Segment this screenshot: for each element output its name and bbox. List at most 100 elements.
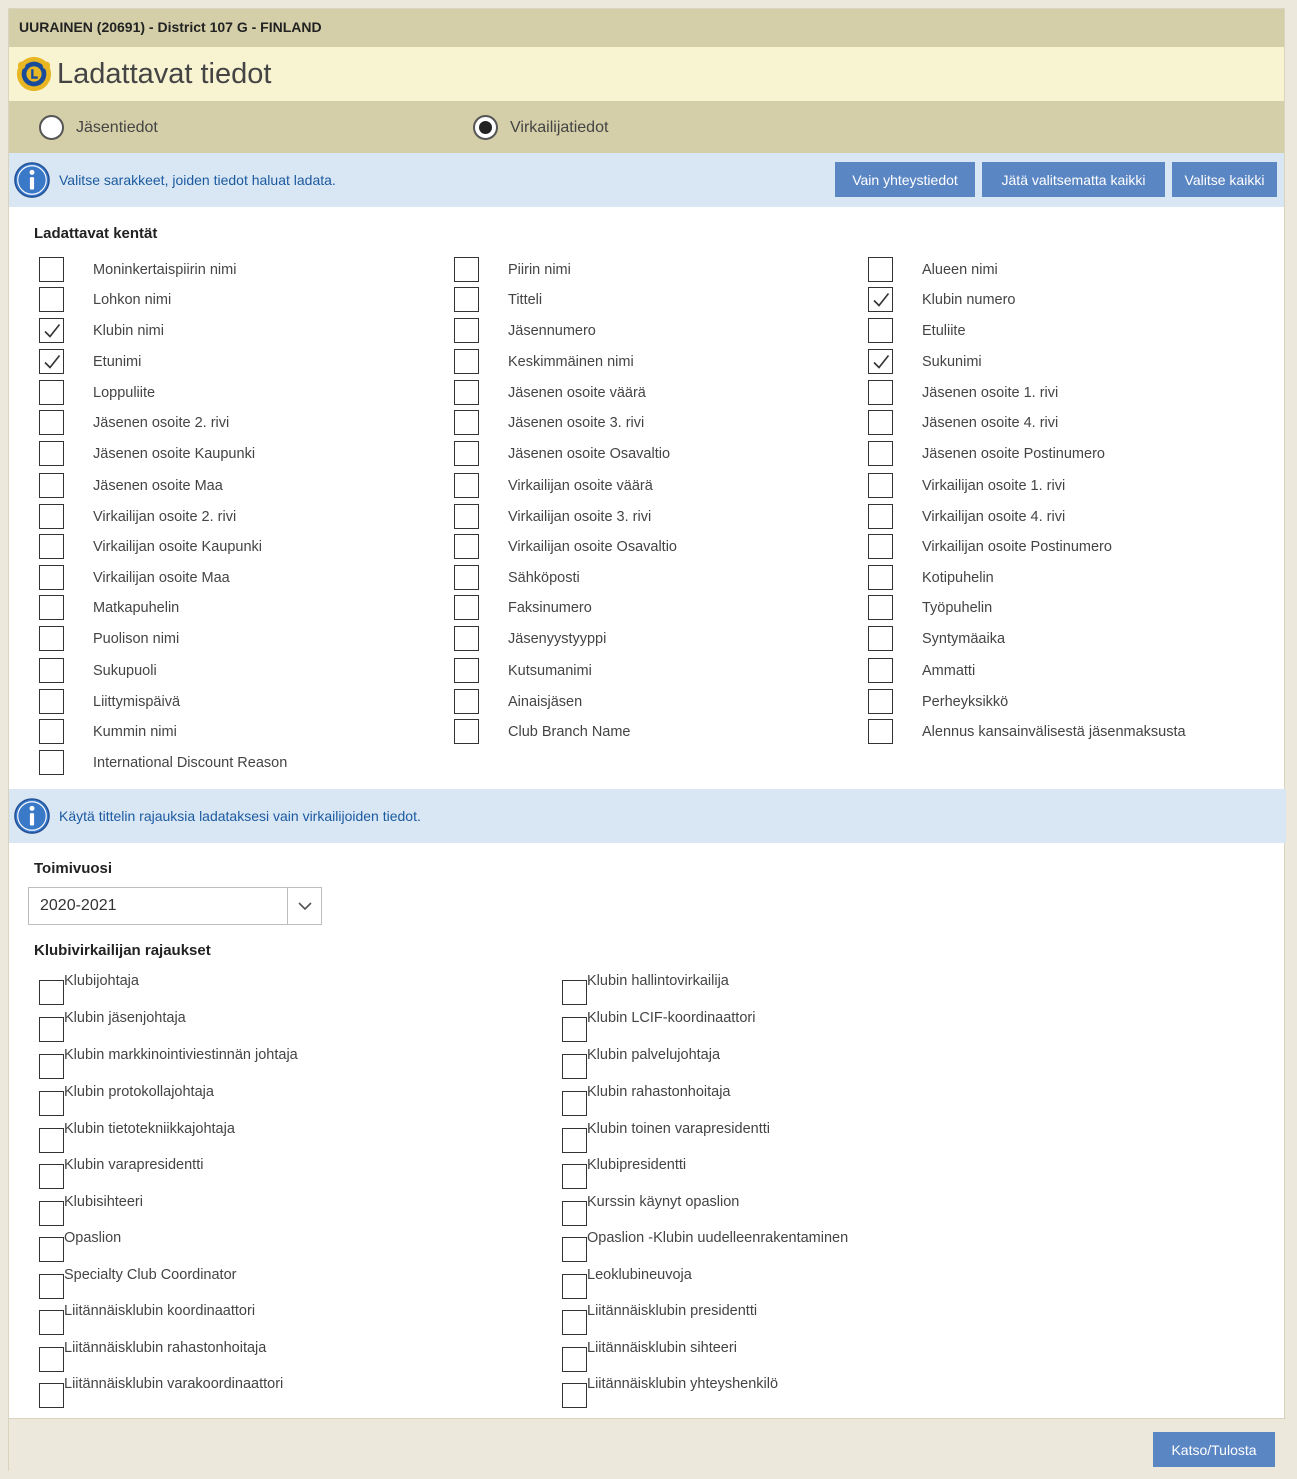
field-option[interactable]: Jäsenen osoite Osavaltio [454, 441, 670, 466]
checkbox[interactable] [39, 1128, 64, 1153]
checkbox[interactable] [562, 1091, 587, 1116]
checkbox[interactable] [39, 504, 64, 529]
field-option[interactable]: Lohkon nimi [39, 287, 171, 312]
radio-officer-data[interactable]: Virkailijatiedot [473, 115, 608, 140]
officer-filter-option[interactable]: Liitännäisklubin varakoordinaattori [39, 1376, 283, 1408]
checkbox[interactable] [868, 565, 893, 590]
checkbox[interactable] [868, 689, 893, 714]
checkbox[interactable] [868, 595, 893, 620]
field-option[interactable]: Etuliite [868, 318, 966, 343]
field-option[interactable]: Jäsenen osoite Postinumero [868, 441, 1105, 466]
field-option[interactable]: Kummin nimi [39, 719, 177, 744]
checkbox-checked[interactable] [868, 287, 893, 312]
checkbox[interactable] [39, 1274, 64, 1299]
officer-filter-option[interactable]: Liitännäisklubin presidentti [562, 1303, 757, 1335]
checkbox[interactable] [39, 980, 64, 1005]
select-all-button[interactable]: Valitse kaikki [1172, 162, 1277, 197]
field-option[interactable]: Virkailijan osoite Postinumero [868, 534, 1112, 559]
officer-filter-option[interactable]: Klubin tietotekniikkajohtaja [39, 1121, 235, 1153]
checkbox[interactable] [868, 504, 893, 529]
checkbox[interactable] [868, 719, 893, 744]
radio-circle[interactable] [39, 115, 64, 140]
field-option[interactable]: Virkailijan osoite Osavaltio [454, 534, 677, 559]
officer-filter-option[interactable]: Klubijohtaja [39, 973, 139, 1005]
field-option[interactable]: Keskimmäinen nimi [454, 349, 634, 374]
checkbox[interactable] [454, 349, 479, 374]
field-option[interactable]: Piirin nimi [454, 257, 571, 282]
checkbox[interactable] [562, 1237, 587, 1262]
officer-filter-option[interactable]: Opaslion -Klubin uudelleenrakentaminen [562, 1230, 848, 1262]
chevron-down-icon[interactable] [287, 888, 321, 924]
checkbox[interactable] [868, 473, 893, 498]
checkbox[interactable] [39, 719, 64, 744]
checkbox[interactable] [39, 1017, 64, 1042]
checkbox[interactable] [39, 1347, 64, 1372]
officer-filter-option[interactable]: Liitännäisklubin rahastonhoitaja [39, 1340, 266, 1372]
officer-filter-option[interactable]: Kurssin käynyt opaslion [562, 1194, 739, 1226]
checkbox-checked[interactable] [868, 349, 893, 374]
field-option[interactable]: Loppuliite [39, 380, 155, 405]
checkbox[interactable] [868, 626, 893, 651]
checkbox[interactable] [39, 287, 64, 312]
field-option[interactable]: Jäsenen osoite 1. rivi [868, 380, 1058, 405]
officer-filter-option[interactable]: Klubin LCIF-koordinaattori [562, 1010, 755, 1042]
officer-filter-option[interactable]: Klubin rahastonhoitaja [562, 1084, 731, 1116]
officer-filter-option[interactable]: Klubipresidentti [562, 1157, 686, 1189]
checkbox[interactable] [39, 1054, 64, 1079]
checkbox[interactable] [454, 441, 479, 466]
checkbox[interactable] [39, 410, 64, 435]
radio-circle[interactable] [473, 115, 498, 140]
checkbox[interactable] [39, 658, 64, 683]
officer-filter-option[interactable]: Klubin protokollajohtaja [39, 1084, 214, 1116]
contact-only-button[interactable]: Vain yhteystiedot [835, 162, 975, 197]
checkbox[interactable] [39, 1091, 64, 1116]
field-option[interactable]: Jäsenen osoite Maa [39, 473, 223, 498]
field-option[interactable]: Klubin numero [868, 287, 1016, 312]
field-option[interactable]: International Discount Reason [39, 750, 287, 775]
checkbox[interactable] [562, 1128, 587, 1153]
checkbox[interactable] [562, 1054, 587, 1079]
checkbox[interactable] [39, 1164, 64, 1189]
checkbox[interactable] [562, 1310, 587, 1335]
field-option[interactable]: Sukunimi [868, 349, 982, 374]
field-option[interactable]: Alennus kansainvälisestä jäsenmaksusta [868, 719, 1186, 744]
field-option[interactable]: Club Branch Name [454, 719, 631, 744]
field-option[interactable]: Syntymäaika [868, 626, 1005, 651]
officer-filter-option[interactable]: Klubin hallintovirkailija [562, 973, 729, 1005]
checkbox[interactable] [454, 689, 479, 714]
field-option[interactable]: Jäsennumero [454, 318, 596, 343]
field-option[interactable]: Kotipuhelin [868, 565, 994, 590]
field-option[interactable]: Jäsenen osoite 2. rivi [39, 410, 229, 435]
field-option[interactable]: Liittymispäivä [39, 689, 180, 714]
field-option[interactable]: Perheyksikkö [868, 689, 1008, 714]
checkbox-checked[interactable] [39, 318, 64, 343]
checkbox[interactable] [39, 750, 64, 775]
field-option[interactable]: Jäsenyystyyppi [454, 626, 606, 651]
field-option[interactable]: Matkapuhelin [39, 595, 179, 620]
officer-filter-option[interactable]: Leoklubineuvoja [562, 1267, 692, 1299]
officer-filter-option[interactable]: Opaslion [39, 1230, 121, 1262]
checkbox[interactable] [39, 473, 64, 498]
checkbox[interactable] [39, 1310, 64, 1335]
checkbox[interactable] [39, 534, 64, 559]
field-option[interactable]: Sukupuoli [39, 658, 157, 683]
checkbox[interactable] [39, 1237, 64, 1262]
officer-filter-option[interactable]: Klubin varapresidentti [39, 1157, 203, 1189]
field-option[interactable]: Etunimi [39, 349, 141, 374]
officer-filter-option[interactable]: Liitännäisklubin koordinaattori [39, 1303, 255, 1335]
field-option[interactable]: Jäsenen osoite 3. rivi [454, 410, 644, 435]
checkbox[interactable] [454, 287, 479, 312]
checkbox[interactable] [39, 689, 64, 714]
field-option[interactable]: Sähköposti [454, 565, 580, 590]
checkbox[interactable] [454, 257, 479, 282]
field-option[interactable]: Kutsumanimi [454, 658, 592, 683]
checkbox[interactable] [454, 318, 479, 343]
checkbox[interactable] [454, 410, 479, 435]
checkbox[interactable] [562, 980, 587, 1005]
checkbox[interactable] [562, 1164, 587, 1189]
checkbox[interactable] [39, 441, 64, 466]
checkbox-checked[interactable] [39, 349, 64, 374]
checkbox[interactable] [868, 658, 893, 683]
checkbox[interactable] [868, 318, 893, 343]
officer-filter-option[interactable]: Klubin palvelujohtaja [562, 1047, 720, 1079]
